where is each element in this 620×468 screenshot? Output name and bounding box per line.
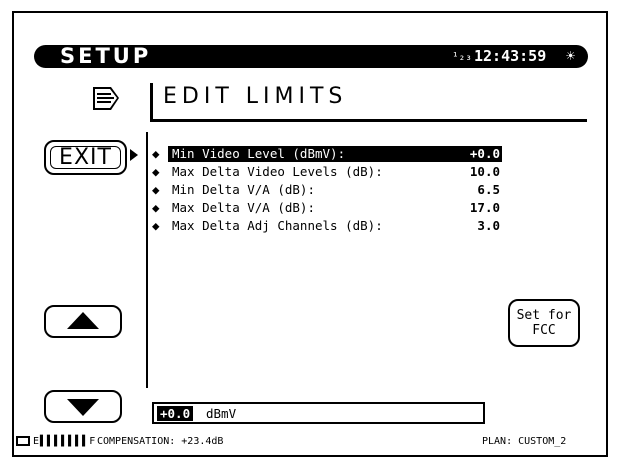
limits-list: ◆ Min Video Level (dBmV): +0.0 ◆ Max Del…: [150, 145, 502, 235]
down-arrow-icon: [67, 399, 99, 416]
limit-label: Max Delta Adj Channels (dB):: [172, 218, 383, 233]
exit-button[interactable]: EXIT: [44, 140, 127, 175]
entry-value: +0.0: [157, 406, 194, 421]
fcc-button-line2: FCC: [532, 323, 556, 338]
battery-gauge: E▌▌▌▌▌▌▌F: [33, 436, 97, 447]
up-arrow-icon: [67, 312, 99, 329]
selection-pointer-icon: [130, 149, 138, 161]
set-for-fcc-button[interactable]: Set for FCC: [508, 299, 580, 347]
bullet-icon: ◆: [152, 164, 160, 179]
fcc-button-line1: Set for: [516, 308, 572, 323]
limit-row[interactable]: ◆ Max Delta V/A (dB): 17.0: [150, 199, 502, 217]
subtitle-box: EDIT LIMITS: [150, 83, 587, 122]
bullet-icon: ◆: [152, 182, 160, 197]
scroll-down-button[interactable]: [44, 390, 122, 423]
channel-indicator: ¹₂₃: [452, 50, 472, 63]
edit-document-icon: [93, 87, 119, 110]
battery-empty-label: E: [33, 436, 41, 447]
compensation-status: COMPENSATION: +23.4dB: [97, 436, 224, 447]
battery-icon: [16, 436, 30, 446]
sun-icon: ☀: [566, 47, 576, 65]
bullet-icon: ◆: [152, 218, 160, 233]
limit-row[interactable]: ◆ Max Delta Adj Channels (dB): 3.0: [150, 217, 502, 235]
limit-label: Max Delta Video Levels (dB):: [172, 164, 383, 179]
clock: 12:43:59: [474, 47, 547, 65]
entry-unit: dBmV: [206, 406, 237, 421]
plan-status: PLAN: CUSTOM_2: [482, 436, 567, 447]
limit-value: 10.0: [469, 164, 500, 179]
limit-value: +0.0: [469, 146, 500, 161]
screen-title: SETUP: [60, 44, 152, 68]
limit-label: Max Delta V/A (dB):: [172, 200, 315, 215]
limit-label: Min Delta V/A (dB):: [172, 182, 315, 197]
limit-row[interactable]: ◆ Min Delta V/A (dB): 6.5: [150, 181, 502, 199]
menu-divider: [146, 132, 148, 388]
limit-value: 17.0: [469, 200, 500, 215]
scroll-up-button[interactable]: [44, 305, 122, 338]
bullet-icon: ◆: [152, 200, 160, 215]
title-bar: SETUP ¹₂₃ 12:43:59 ☀: [34, 45, 588, 68]
value-entry-field[interactable]: +0.0 dBmV: [152, 402, 485, 424]
limit-label: Min Video Level (dBmV):: [172, 146, 346, 161]
limit-row[interactable]: ◆ Max Delta Video Levels (dB): 10.0: [150, 163, 502, 181]
bullet-icon: ◆: [152, 146, 160, 161]
exit-button-label: EXIT: [59, 145, 112, 170]
battery-full-label: F: [89, 436, 97, 447]
page-subtitle: EDIT LIMITS: [163, 84, 348, 109]
limit-value: 6.5: [477, 182, 500, 197]
limit-value: 3.0: [477, 218, 500, 233]
limit-row[interactable]: ◆ Min Video Level (dBmV): +0.0: [150, 145, 502, 163]
